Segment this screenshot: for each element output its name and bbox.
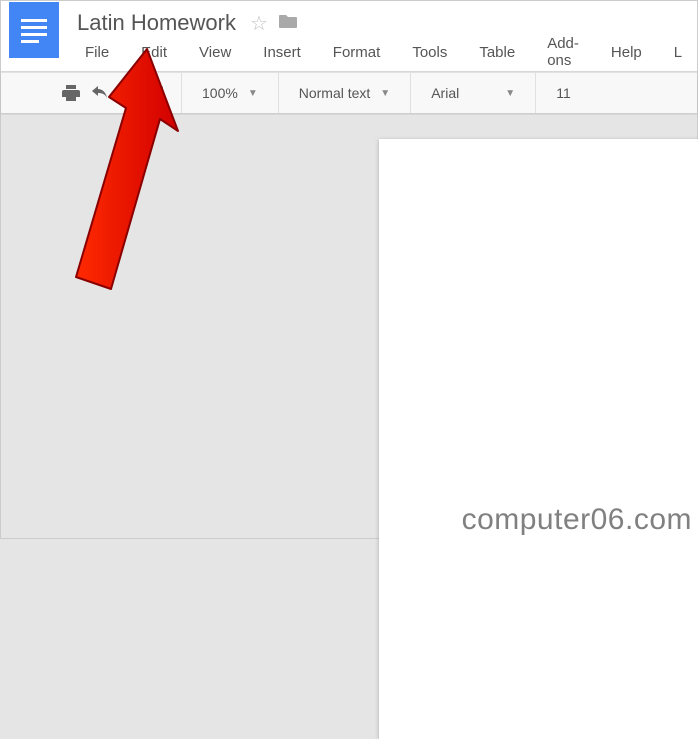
zoom-select[interactable]: 100% ▼ — [194, 85, 266, 101]
menu-edit[interactable]: Edit — [133, 39, 175, 66]
toolbar: 100% ▼ Normal text ▼ Arial ▼ 11 — [1, 72, 697, 114]
menu-file[interactable]: File — [77, 39, 117, 66]
folder-icon[interactable] — [278, 13, 298, 34]
undo-icon[interactable] — [85, 79, 113, 107]
menu-insert[interactable]: Insert — [255, 39, 309, 66]
menu-view[interactable]: View — [191, 39, 239, 66]
menu-format[interactable]: Format — [325, 39, 389, 66]
document-page[interactable] — [379, 139, 698, 739]
paragraph-style-select[interactable]: Normal text ▼ — [291, 85, 398, 101]
docs-logo-lines — [21, 19, 47, 41]
menu-addons[interactable]: Add-ons — [539, 30, 587, 74]
menu-help[interactable]: Help — [603, 39, 650, 66]
font-family-value: Arial — [431, 85, 459, 101]
menu-table[interactable]: Table — [471, 39, 523, 66]
paint-format-icon[interactable] — [141, 79, 169, 107]
menu-tools[interactable]: Tools — [404, 39, 455, 66]
chevron-down-icon: ▼ — [505, 88, 515, 99]
font-size-value: 11 — [556, 85, 571, 101]
zoom-value: 100% — [202, 85, 238, 101]
menu-last-cut[interactable]: L — [666, 39, 690, 66]
editor-canvas[interactable] — [1, 115, 697, 538]
watermark-text: computer06.com — [462, 503, 692, 537]
star-icon[interactable]: ☆ — [250, 11, 268, 36]
docs-logo[interactable] — [9, 2, 59, 58]
document-title[interactable]: Latin Homework — [77, 10, 248, 36]
chevron-down-icon: ▼ — [380, 88, 390, 99]
print-icon[interactable] — [57, 79, 85, 107]
font-family-select[interactable]: Arial ▼ — [423, 85, 523, 101]
menubar: File Edit View Insert Format Tools Table… — [1, 39, 697, 71]
chevron-down-icon: ▼ — [248, 88, 258, 99]
font-size-select[interactable]: 11 — [548, 85, 579, 101]
redo-icon[interactable] — [113, 79, 141, 107]
paragraph-style-value: Normal text — [299, 85, 371, 101]
